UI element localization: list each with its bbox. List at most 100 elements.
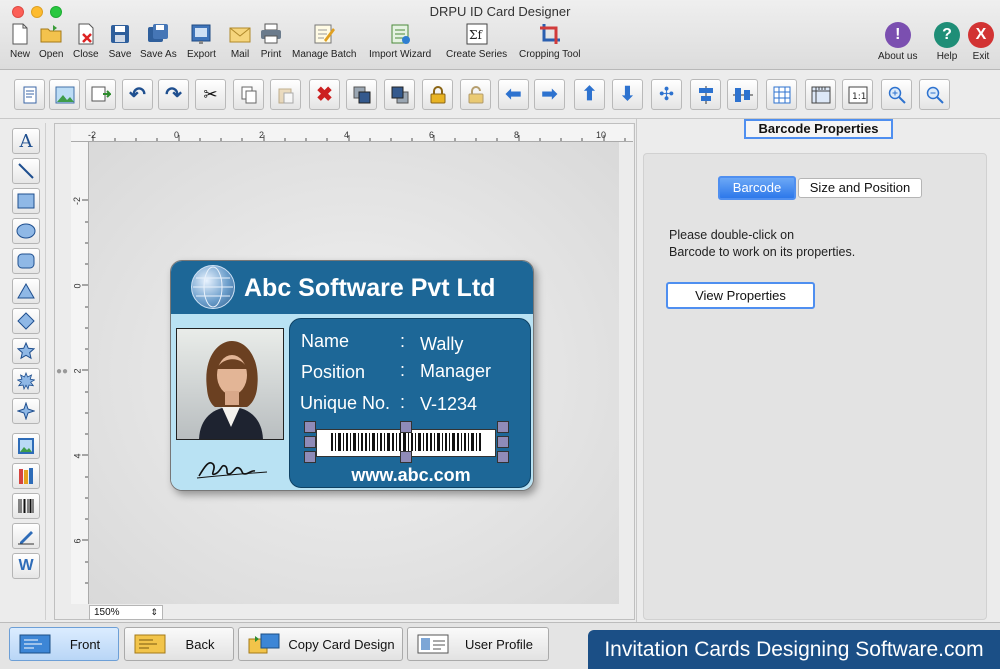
resize-handle[interactable]	[304, 451, 316, 463]
resize-handle[interactable]	[304, 436, 316, 448]
rounded-rectangle-tool-icon[interactable]	[12, 248, 40, 274]
name-label[interactable]: Name	[301, 331, 349, 352]
signature-image[interactable]	[193, 448, 273, 482]
front-label: Front	[69, 636, 101, 652]
zoom-out-icon[interactable]	[919, 79, 950, 110]
about-button[interactable]: ! About us	[878, 22, 917, 62]
help-text-line: Barcode to work on its properties.	[669, 245, 856, 259]
mail-button[interactable]: Mail	[228, 22, 252, 60]
splitter-grip-icon[interactable]: ●●	[56, 366, 68, 377]
title-bar: DRPU ID Card Designer New Open Close Sav…	[0, 0, 1000, 70]
copy-card-design-button[interactable]: Copy Card Design	[238, 627, 403, 661]
left-ruler: -2 0 2 4 6	[71, 142, 89, 604]
card-front-icon	[19, 634, 51, 654]
resize-handle[interactable]	[400, 421, 412, 433]
unique-no-label[interactable]: Unique No.	[300, 393, 390, 414]
help-button[interactable]: ? Help	[934, 22, 960, 62]
id-card[interactable]: Abc Software Pvt Ltd Name : Wally Positi…	[170, 260, 534, 491]
import-wizard-button[interactable]: Import Wizard	[369, 22, 431, 60]
triangle-tool-icon[interactable]	[12, 278, 40, 304]
save-button[interactable]: Save	[108, 22, 132, 60]
resize-handle[interactable]	[497, 436, 509, 448]
move-down-icon[interactable]: ⬇	[612, 79, 643, 110]
window-title: DRPU ID Card Designer	[429, 4, 571, 19]
move-left-icon[interactable]: ⬅	[498, 79, 529, 110]
ruler-icon[interactable]	[805, 79, 836, 110]
burst-tool-icon[interactable]	[12, 368, 40, 394]
import-wizard-icon	[391, 24, 411, 44]
grid-icon[interactable]	[766, 79, 797, 110]
barcode-tool-icon[interactable]	[12, 493, 40, 519]
website-text[interactable]: www.abc.com	[290, 465, 532, 486]
library-tool-icon[interactable]	[12, 463, 40, 489]
export-label: Export	[187, 49, 216, 60]
zoom-value: 150%	[94, 607, 120, 618]
insert-image-icon[interactable]	[85, 79, 116, 110]
help-question-icon: ?	[934, 22, 960, 48]
export-button[interactable]: Export	[187, 22, 216, 60]
card-body: Name : Wally Position : Manager Unique N…	[171, 314, 533, 490]
send-backward-icon[interactable]	[384, 79, 415, 110]
help-text-line: Please double-click on	[669, 228, 795, 242]
new-label: New	[9, 49, 30, 60]
save-label: Save	[108, 49, 132, 60]
manage-batch-button[interactable]: Manage Batch	[292, 22, 357, 60]
signature-tool-icon[interactable]	[12, 523, 40, 549]
align-horizontal-center-icon[interactable]	[727, 79, 758, 110]
position-value[interactable]: Manager	[420, 361, 491, 382]
resize-handle[interactable]	[497, 451, 509, 463]
lock-icon[interactable]	[422, 79, 453, 110]
exit-button[interactable]: X Exit	[968, 22, 994, 62]
resize-handle[interactable]	[400, 451, 412, 463]
center-icon[interactable]: ✣	[651, 79, 682, 110]
bring-forward-icon[interactable]	[346, 79, 377, 110]
front-button[interactable]: Front	[9, 627, 119, 661]
delete-icon[interactable]: ✖	[309, 79, 340, 110]
colon: :	[400, 392, 406, 412]
undo-icon[interactable]: ↶	[122, 79, 153, 110]
close-button[interactable]: Close	[73, 22, 99, 60]
employee-photo[interactable]	[176, 328, 284, 440]
ellipse-tool-icon[interactable]	[12, 218, 40, 244]
align-vertical-center-icon[interactable]	[690, 79, 721, 110]
save-as-button[interactable]: Save As	[140, 22, 177, 60]
close-label: Close	[73, 49, 99, 60]
star-tool-icon[interactable]	[12, 338, 40, 364]
four-point-star-tool-icon[interactable]	[12, 398, 40, 424]
watermark-tool-icon[interactable]: W	[12, 553, 40, 579]
resize-handle[interactable]	[304, 421, 316, 433]
rectangle-tool-icon[interactable]	[12, 188, 40, 214]
redo-icon[interactable]: ↷	[158, 79, 189, 110]
position-label[interactable]: Position	[301, 362, 365, 383]
name-value[interactable]: Wally	[420, 334, 463, 355]
properties-icon[interactable]	[14, 79, 45, 110]
company-name[interactable]: Abc Software Pvt Ltd	[244, 274, 495, 303]
import-wizard-label: Import Wizard	[369, 49, 432, 60]
unlock-icon[interactable]	[460, 79, 491, 110]
user-profile-button[interactable]: User Profile	[407, 627, 549, 661]
cut-icon[interactable]: ✂	[195, 79, 226, 110]
zoom-select[interactable]: 150% ⇕	[89, 605, 163, 620]
print-button[interactable]: Print	[259, 22, 283, 60]
cropping-tool-button[interactable]: Cropping Tool	[519, 22, 581, 60]
text-tool-icon[interactable]: A	[12, 128, 40, 154]
tab-barcode[interactable]: Barcode	[718, 176, 796, 200]
open-button[interactable]: Open	[39, 22, 63, 60]
actual-size-icon[interactable]: 1:1	[842, 79, 873, 110]
tab-size-and-position[interactable]: Size and Position	[798, 178, 922, 198]
view-properties-button[interactable]: View Properties	[666, 282, 815, 309]
move-up-icon[interactable]: ⬆	[574, 79, 605, 110]
paste-icon[interactable]	[270, 79, 301, 110]
copy-icon[interactable]	[233, 79, 264, 110]
background-image-icon[interactable]	[49, 79, 80, 110]
resize-handle[interactable]	[497, 421, 509, 433]
line-tool-icon[interactable]	[12, 158, 40, 184]
unique-no-value[interactable]: V-1234	[420, 394, 477, 415]
zoom-in-icon[interactable]	[881, 79, 912, 110]
back-button[interactable]: Back	[124, 627, 234, 661]
move-right-icon[interactable]: ➡	[534, 79, 565, 110]
create-series-button[interactable]: Σf Create Series	[446, 22, 507, 60]
image-tool-icon[interactable]	[12, 433, 40, 459]
diamond-tool-icon[interactable]	[12, 308, 40, 334]
new-button[interactable]: New	[8, 22, 32, 60]
